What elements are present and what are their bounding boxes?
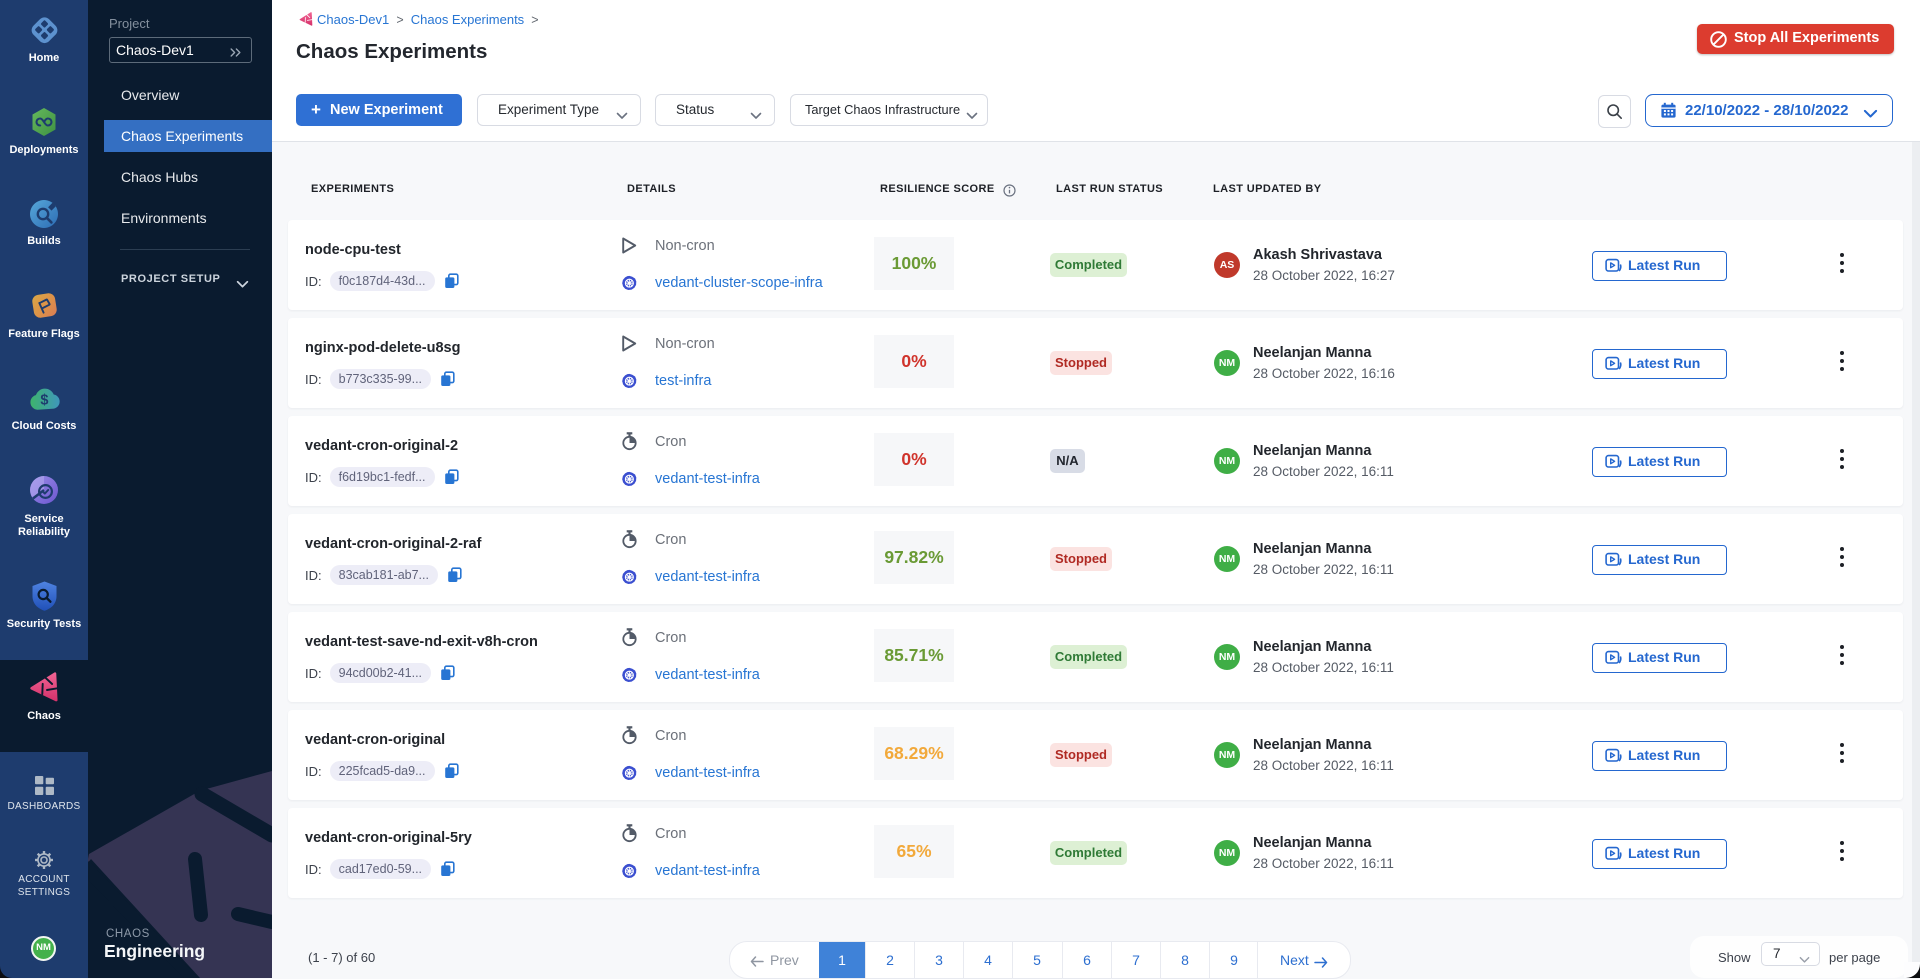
svg-text:$: $	[40, 393, 48, 409]
